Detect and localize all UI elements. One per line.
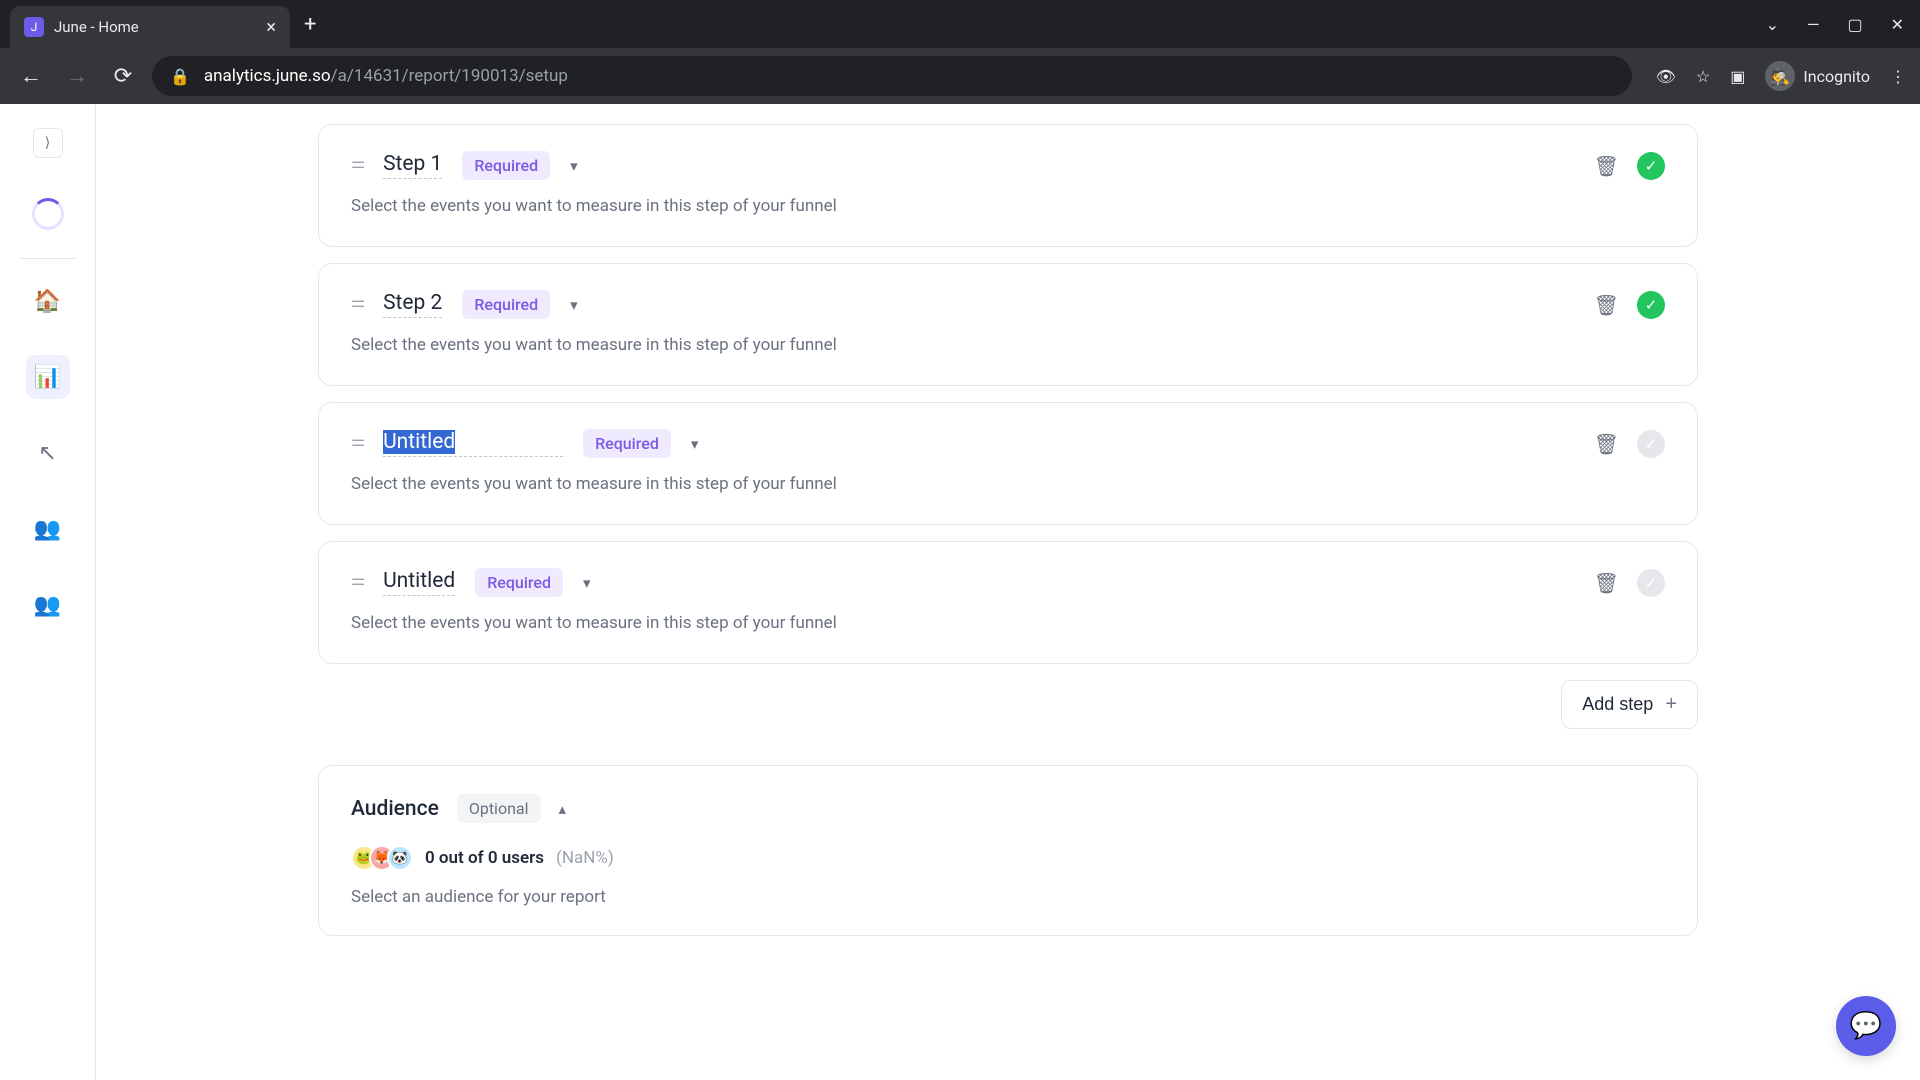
close-window-icon[interactable]: ✕ (1891, 15, 1904, 34)
delete-step-button[interactable]: 🗑 (1594, 293, 1619, 317)
cursor-icon: ↖ (38, 441, 56, 466)
avatar-stack: 🐸 🦊 🐼 (351, 845, 413, 871)
eye-off-icon[interactable]: 👁 (1656, 67, 1676, 86)
sidebar-item-groups[interactable]: 👥 (26, 583, 70, 627)
step-description: Select the events you want to measure in… (351, 613, 1665, 633)
step-name[interactable]: Untitled (383, 569, 455, 596)
step-name-input[interactable] (383, 430, 563, 457)
sidebar-item-users[interactable]: 👥 (26, 507, 70, 551)
chat-icon: 💬 (1850, 1011, 1882, 1041)
new-tab-button[interactable]: + (304, 12, 316, 37)
add-step-button[interactable]: Add step + (1561, 680, 1698, 729)
delete-step-button[interactable]: 🗑 (1594, 154, 1619, 178)
sidebar: ⟩ 🏠 📊 ↖ 👥 👥 (0, 104, 96, 1080)
sidebar-item-events[interactable]: ↖ (26, 431, 70, 475)
tab-title: June - Home (54, 18, 256, 36)
status-complete-icon: ✓ (1637, 291, 1665, 319)
chevron-down-icon[interactable]: ▾ (570, 296, 578, 314)
step-header: —— Required ▾ 🗑 ✓ (351, 429, 1665, 458)
drag-handle-icon[interactable]: —— (351, 161, 363, 171)
back-button[interactable]: ← (14, 63, 48, 89)
tab-close-icon[interactable]: × (266, 17, 276, 38)
incognito-avatar-icon: 🕵 (1765, 61, 1795, 91)
browser-tab[interactable]: J June - Home × (10, 6, 290, 48)
required-badge[interactable]: Required (475, 568, 563, 597)
delete-step-button[interactable]: 🗑 (1594, 571, 1619, 595)
incognito-badge[interactable]: 🕵 Incognito (1765, 61, 1870, 91)
chevron-up-icon[interactable]: ▴ (559, 800, 567, 818)
step-header: —— Step 1 Required ▾ 🗑 ✓ (351, 151, 1665, 180)
tab-favicon: J (24, 17, 44, 37)
browser-chrome: J June - Home × + ⌄ — ▢ ✕ ← → ⟳ 🔒 analyt… (0, 0, 1920, 104)
step-header: —— Step 2 Required ▾ 🗑 ✓ (351, 290, 1665, 319)
plus-icon: + (1665, 693, 1677, 716)
address-bar-icons: 👁 ☆ ▣ 🕵 Incognito ⋮ (1656, 61, 1906, 91)
avatar-icon: 🐼 (387, 845, 413, 871)
chart-icon: 📊 (34, 365, 61, 390)
audience-summary: 🐸 🦊 🐼 0 out of 0 users (NaN%) (351, 845, 1665, 871)
chevron-down-icon[interactable]: ▾ (691, 435, 699, 453)
app: ⟩ 🏠 📊 ↖ 👥 👥 —— Step 1 Required (0, 104, 1920, 1080)
groups-icon: 👥 (34, 593, 61, 618)
step-card: —— Step 2 Required ▾ 🗑 ✓ Select the even… (318, 263, 1698, 386)
lock-icon: 🔒 (170, 67, 190, 86)
status-incomplete-icon: ✓ (1637, 430, 1665, 458)
step-header: —— Untitled Required ▾ 🗑 ✓ (351, 568, 1665, 597)
tabs-dropdown-icon[interactable]: ⌄ (1766, 15, 1779, 34)
drag-handle-icon[interactable]: —— (351, 578, 363, 588)
sidebar-item-reports[interactable]: 📊 (26, 355, 70, 399)
delete-step-button[interactable]: 🗑 (1594, 432, 1619, 456)
step-name[interactable]: Step 2 (383, 291, 442, 318)
drag-handle-icon[interactable]: —— (351, 300, 363, 310)
sidebar-divider (19, 258, 76, 259)
url-text: analytics.june.so/a/14631/report/190013/… (204, 66, 568, 86)
step-description: Select the events you want to measure in… (351, 196, 1665, 216)
audience-card: Audience Optional ▴ 🐸 🦊 🐼 0 out of 0 use… (318, 765, 1698, 936)
audience-title: Audience (351, 797, 439, 821)
optional-badge: Optional (457, 794, 541, 823)
maximize-icon[interactable]: ▢ (1847, 15, 1862, 34)
drag-handle-icon[interactable]: —— (351, 439, 363, 449)
status-incomplete-icon: ✓ (1637, 569, 1665, 597)
step-card: —— Untitled Required ▾ 🗑 ✓ Select the ev… (318, 541, 1698, 664)
kebab-menu-icon[interactable]: ⋮ (1890, 67, 1906, 86)
audience-percentage: (NaN%) (556, 848, 614, 868)
step-name[interactable]: Step 1 (383, 152, 442, 179)
status-complete-icon: ✓ (1637, 152, 1665, 180)
loading-spinner-icon (32, 198, 64, 230)
audience-header: Audience Optional ▴ (351, 794, 1665, 823)
chat-support-button[interactable]: 💬 (1836, 996, 1896, 1056)
step-description: Select the events you want to measure in… (351, 335, 1665, 355)
step-card: —— Step 1 Required ▾ 🗑 ✓ Select the even… (318, 124, 1698, 247)
main-content: —— Step 1 Required ▾ 🗑 ✓ Select the even… (96, 104, 1920, 1080)
reload-button[interactable]: ⟳ (106, 64, 140, 89)
home-icon: 🏠 (34, 289, 61, 314)
sidebar-item-home[interactable]: 🏠 (26, 279, 70, 323)
step-description: Select the events you want to measure in… (351, 474, 1665, 494)
audience-count: 0 out of 0 users (425, 848, 544, 868)
forward-button[interactable]: → (60, 63, 94, 89)
users-icon: 👥 (34, 517, 61, 542)
step-card: —— Required ▾ 🗑 ✓ Select the events you … (318, 402, 1698, 525)
chevron-down-icon[interactable]: ▾ (570, 157, 578, 175)
required-badge[interactable]: Required (583, 429, 671, 458)
bookmark-icon[interactable]: ☆ (1696, 67, 1710, 86)
minimize-icon[interactable]: — (1807, 15, 1820, 34)
chevron-down-icon[interactable]: ▾ (583, 574, 591, 592)
audience-description: Select an audience for your report (351, 887, 1665, 907)
required-badge[interactable]: Required (462, 290, 550, 319)
sidebar-collapse-button[interactable]: ⟩ (33, 128, 63, 158)
required-badge[interactable]: Required (462, 151, 550, 180)
window-controls: ⌄ — ▢ ✕ (1766, 15, 1920, 34)
address-bar-row: ← → ⟳ 🔒 analytics.june.so/a/14631/report… (0, 48, 1920, 104)
address-bar[interactable]: 🔒 analytics.june.so/a/14631/report/19001… (152, 56, 1632, 96)
extensions-icon[interactable]: ▣ (1730, 67, 1745, 86)
tab-bar: J June - Home × + ⌄ — ▢ ✕ (0, 0, 1920, 48)
